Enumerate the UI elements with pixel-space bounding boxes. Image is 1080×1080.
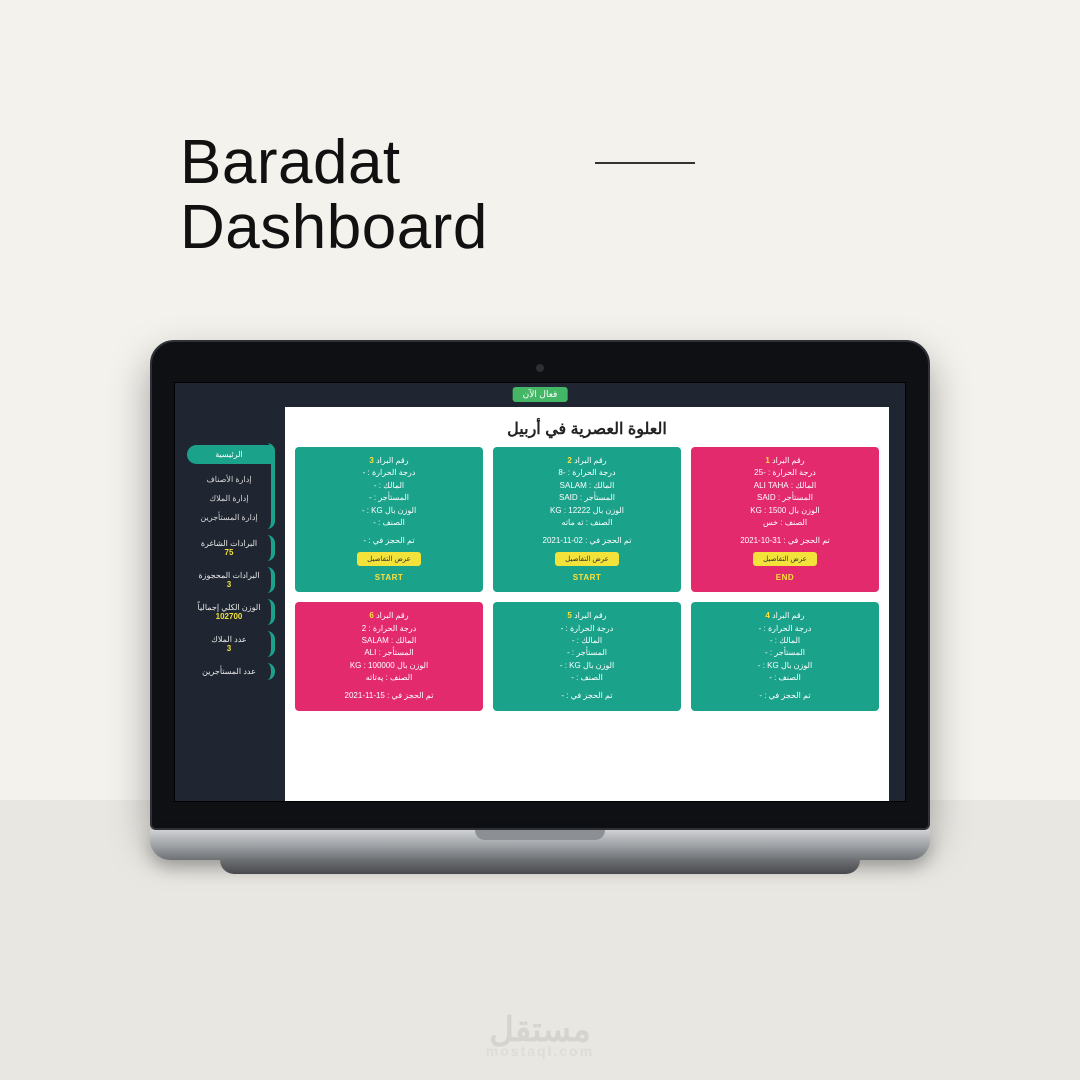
card-weight: الوزن بال KG : -: [301, 505, 477, 517]
card-temp: درجة الحرارة : -8: [499, 467, 675, 479]
card-owner: المالك : -: [301, 480, 477, 492]
card-action[interactable]: START: [301, 572, 477, 584]
sidebar-nav-rail: الرئيسية إدارة الأصناف إدارة الملاك إدار…: [187, 443, 275, 529]
card-action[interactable]: END: [697, 572, 873, 584]
fridge-card: رقم البراد 2درجة الحرارة : -8المالك : SA…: [493, 447, 681, 592]
card-type: الصنف : ته ماته: [499, 517, 675, 529]
fridge-card: رقم البراد 4درجة الحرارة : -المالك : -ال…: [691, 602, 879, 711]
stat-owners: عدد الملاك 3: [187, 631, 275, 657]
card-action[interactable]: START: [499, 572, 675, 584]
card-tenant: المستأجر : -: [697, 647, 873, 659]
card-booked: تم الحجز في : -: [301, 535, 477, 547]
stat-label: البرادات المحجوزة: [187, 571, 271, 580]
stat-weight: الوزن الكلي إجمالياً 102700: [187, 599, 275, 625]
laptop-mock: فعال الآن الرئيسية إدارة الأصناف إدارة ا…: [150, 340, 930, 874]
card-owner: المالك : SALAM: [301, 635, 477, 647]
card-type: الصنف : -: [499, 672, 675, 684]
card-weight: الوزن بال KG : -: [697, 660, 873, 672]
card-weight: الوزن بال KG : 12222: [499, 505, 675, 517]
card-tenant: المستأجر : ALI: [301, 647, 477, 659]
stat-label: عدد المستأجرين: [187, 667, 271, 676]
stat-label: البرادات الشاغرة: [187, 539, 271, 548]
screen: فعال الآن الرئيسية إدارة الأصناف إدارة ا…: [174, 382, 906, 802]
card-tenant: المستأجر : SAID: [499, 492, 675, 504]
cards-grid: رقم البراد 1درجة الحرارة : -25المالك : A…: [295, 447, 879, 711]
stat-booked: البرادات المحجوزة 3: [187, 567, 275, 593]
sidebar-item-owners[interactable]: إدارة الملاك: [187, 489, 271, 508]
sidebar-item-types[interactable]: إدارة الأصناف: [187, 470, 271, 489]
stat-label: عدد الملاك: [187, 635, 271, 644]
stat-vacant: البرادات الشاغرة 75: [187, 535, 275, 561]
card-temp: درجة الحرارة : -: [499, 623, 675, 635]
details-button[interactable]: عرض التفاصيل: [753, 552, 817, 566]
sidebar-item-tenants[interactable]: إدارة المستأجرين: [187, 508, 271, 527]
card-weight: الوزن بال KG : 1500: [697, 505, 873, 517]
card-number: رقم البراد 3: [301, 455, 477, 467]
card-owner: المالك : -: [499, 635, 675, 647]
card-owner: المالك : -: [697, 635, 873, 647]
details-button[interactable]: عرض التفاصيل: [357, 552, 421, 566]
card-tenant: المستأجر : SAID: [697, 492, 873, 504]
fridge-card: رقم البراد 1درجة الحرارة : -25المالك : A…: [691, 447, 879, 592]
board-title: العلوة العصرية في أربيل: [295, 419, 879, 439]
main-board: العلوة العصرية في أربيل رقم البراد 1درجة…: [285, 407, 889, 801]
card-temp: درجة الحرارة : 2: [301, 623, 477, 635]
laptop-bezel: فعال الآن الرئيسية إدارة الأصناف إدارة ا…: [150, 340, 930, 830]
details-button[interactable]: عرض التفاصيل: [555, 552, 619, 566]
sidebar-item-home[interactable]: الرئيسية: [187, 445, 271, 464]
card-booked: تم الحجز في : -: [499, 690, 675, 702]
card-temp: درجة الحرارة : -: [301, 467, 477, 479]
card-number: رقم البراد 1: [697, 455, 873, 467]
title-line2: Dashboard: [180, 193, 488, 262]
laptop-base: [150, 830, 930, 860]
card-number: رقم البراد 2: [499, 455, 675, 467]
card-booked: تم الحجز في : -: [697, 690, 873, 702]
title-rule: [595, 162, 695, 164]
card-tenant: المستأجر : -: [499, 647, 675, 659]
card-owner: المالك : SALAM: [499, 480, 675, 492]
stat-value: 75: [187, 548, 271, 557]
stat-tenants: عدد المستأجرين: [187, 663, 275, 680]
card-number: رقم البراد 6: [301, 610, 477, 622]
card-booked: تم الحجز في : 31-10-2021: [697, 535, 873, 547]
card-owner: المالك : ALI TAHA: [697, 480, 873, 492]
card-weight: الوزن بال KG : 100000: [301, 660, 477, 672]
stat-value: 3: [187, 644, 271, 653]
card-number: رقم البراد 4: [697, 610, 873, 622]
stat-value: 3: [187, 580, 271, 589]
status-badge: فعال الآن: [513, 387, 568, 402]
card-type: الصنف : -: [697, 672, 873, 684]
sidebar: الرئيسية إدارة الأصناف إدارة الملاك إدار…: [187, 443, 275, 680]
card-temp: درجة الحرارة : -25: [697, 467, 873, 479]
card-type: الصنف : -: [301, 517, 477, 529]
card-booked: تم الحجز في : 15-11-2021: [301, 690, 477, 702]
stat-value: 102700: [187, 612, 271, 621]
card-weight: الوزن بال KG : -: [499, 660, 675, 672]
card-number: رقم البراد 5: [499, 610, 675, 622]
card-tenant: المستأجر : -: [301, 492, 477, 504]
fridge-card: رقم البراد 5درجة الحرارة : -المالك : -ال…: [493, 602, 681, 711]
trackpad-notch: [475, 830, 605, 840]
fridge-card: رقم البراد 3درجة الحرارة : -المالك : -ال…: [295, 447, 483, 592]
fridge-card: رقم البراد 6درجة الحرارة : 2المالك : SAL…: [295, 602, 483, 711]
watermark: مستقل mostaql.com: [486, 1015, 594, 1058]
card-booked: تم الحجز في : 02-11-2021: [499, 535, 675, 547]
title-line1: Baradat: [180, 128, 401, 197]
page-title: Baradat Dashboard: [180, 130, 488, 260]
camera-icon: [536, 364, 544, 372]
card-type: الصنف : پەتاتە: [301, 672, 477, 684]
card-type: الصنف : خس: [697, 517, 873, 529]
card-temp: درجة الحرارة : -: [697, 623, 873, 635]
stat-label: الوزن الكلي إجمالياً: [187, 603, 271, 612]
watermark-lat: mostaql.com: [486, 1045, 594, 1058]
laptop-foot: [220, 860, 860, 874]
